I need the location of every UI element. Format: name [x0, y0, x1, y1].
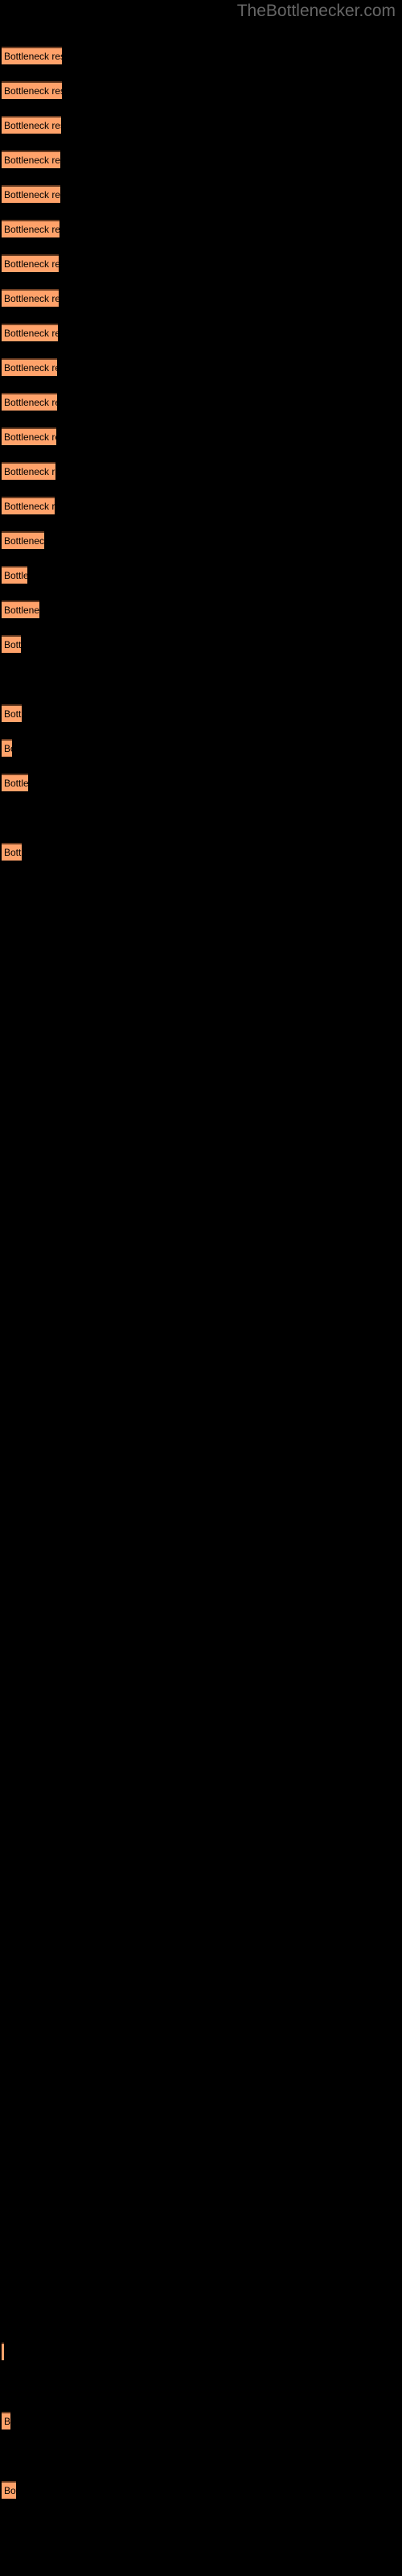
- chart-bar[interactable]: Bottleneck result: [2, 254, 59, 272]
- chart-bar[interactable]: Bottleneck result: [2, 185, 60, 203]
- bar-label: Bottleneck result: [4, 293, 59, 304]
- bar-label: Bottleneck result: [4, 743, 12, 754]
- chart-bar[interactable]: Bottleneck result: [2, 393, 57, 411]
- chart-bar[interactable]: Bottleneck result: [2, 289, 59, 307]
- chart-bar[interactable]: Bottleneck result: [2, 566, 27, 584]
- bar-label: Bottleneck result: [4, 362, 57, 374]
- chart-bar[interactable]: Bottleneck result: [2, 843, 22, 861]
- chart-bar[interactable]: Bottleneck result: [2, 2481, 16, 2499]
- chart-bar[interactable]: Bottleneck result: [2, 774, 28, 791]
- bar-label: Bottleneck result: [4, 535, 44, 547]
- bar-label: Bottleneck result: [4, 258, 59, 270]
- chart-bar[interactable]: Bottleneck result: [2, 324, 58, 341]
- chart-bar[interactable]: Bottleneck result: [2, 151, 60, 168]
- bar-label: Bottleneck result: [4, 431, 56, 443]
- bar-label: Bottleneck result: [4, 2416, 10, 2427]
- chart-bar[interactable]: Bottleneck result: [2, 2412, 10, 2429]
- bar-label: Bottleneck result: [4, 639, 21, 650]
- chart-bar[interactable]: Bottleneck result: [2, 497, 55, 514]
- bar-label: Bottleneck result: [4, 778, 28, 789]
- bar-label: Bottleneck result: [4, 501, 55, 512]
- bar-label: Bottleneck result: [4, 605, 39, 616]
- chart-bar[interactable]: Bottleneck result: [2, 358, 57, 376]
- bar-label: Bottleneck result: [4, 120, 61, 131]
- chart-bar[interactable]: Bottleneck result: [2, 81, 62, 99]
- bar-label: Bottleneck result: [4, 847, 22, 858]
- bar-label: Bottleneck result: [4, 51, 62, 62]
- bottleneck-chart-page: TheBottlenecker.com Bottleneck resultBot…: [0, 0, 402, 2576]
- bar-label: Bottleneck result: [4, 708, 22, 720]
- bar-label: Bottleneck result: [4, 224, 59, 235]
- chart-bar[interactable]: Bottleneck result: [2, 220, 59, 237]
- chart-bar[interactable]: Bottleneck result: [2, 601, 39, 618]
- bar-label: Bottleneck result: [4, 85, 62, 97]
- chart-bar[interactable]: Bottleneck result: [2, 427, 56, 445]
- chart-bar[interactable]: Bottleneck result: [2, 704, 22, 722]
- bar-label: Bottleneck result: [4, 466, 55, 477]
- bar-label: Bottleneck result: [4, 155, 60, 166]
- chart-bar[interactable]: Bottleneck result: [2, 739, 12, 757]
- horizontal-bar-chart: Bottleneck result Bottleneck result Bottle…: [0, 0, 402, 2576]
- chart-bar[interactable]: Bottleneck result: [2, 47, 62, 64]
- bar-label: Bottleneck result: [4, 189, 60, 200]
- chart-bar[interactable]: Bottleneck result: [2, 116, 61, 134]
- bar-label: Bottleneck result: [4, 2485, 16, 2496]
- bar-label: Bottleneck result: [4, 397, 57, 408]
- chart-bar[interactable]: Bottleneck result: [2, 635, 21, 653]
- chart-bar[interactable]: Bottleneck result: [2, 2343, 4, 2360]
- bar-label: Bottleneck result: [4, 570, 27, 581]
- bar-label: Bottleneck result: [4, 328, 58, 339]
- chart-bar[interactable]: Bottleneck result: [2, 462, 55, 480]
- chart-bar[interactable]: Bottleneck result: [2, 531, 44, 549]
